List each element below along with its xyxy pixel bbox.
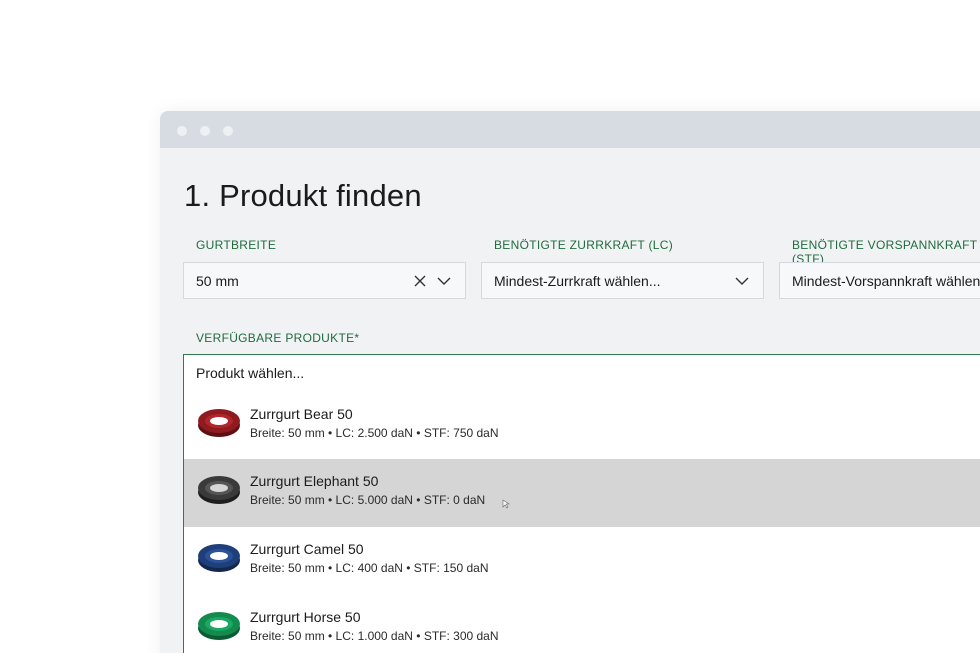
product-specs: Breite: 50 mm • LC: 400 daN • STF: 150 d… bbox=[250, 561, 489, 575]
strap-roll-icon bbox=[196, 404, 242, 440]
product-specs: Breite: 50 mm • LC: 2.500 daN • STF: 750… bbox=[250, 426, 499, 440]
chevron-down-icon[interactable] bbox=[733, 272, 751, 290]
select-zurrkraft[interactable]: Mindest-Zurrkraft wählen... bbox=[481, 262, 764, 299]
select-value: 50 mm bbox=[196, 272, 239, 289]
browser-window: 1. Produkt finden GURTBREITE 50 mm BENÖT… bbox=[160, 111, 980, 653]
product-name: Zurrgurt Elephant 50 bbox=[250, 473, 379, 489]
filter-label-gurtbreite: GURTBREITE bbox=[196, 238, 277, 252]
product-option-elephant[interactable]: Zurrgurt Elephant 50 Breite: 50 mm • LC:… bbox=[184, 459, 980, 527]
select-value: Mindest-Vorspannkraft wählen... bbox=[792, 272, 980, 289]
product-specs: Breite: 50 mm • LC: 5.000 daN • STF: 0 d… bbox=[250, 493, 486, 507]
chevron-down-icon[interactable] bbox=[435, 272, 453, 290]
product-option-bear[interactable]: Zurrgurt Bear 50 Breite: 50 mm • LC: 2.5… bbox=[184, 392, 980, 460]
mouse-cursor-icon bbox=[502, 496, 510, 509]
product-listbox[interactable]: Produkt wählen... Zurrgurt Bear 50 Breit… bbox=[183, 354, 980, 653]
product-name: Zurrgurt Bear 50 bbox=[250, 406, 353, 422]
strap-roll-icon bbox=[196, 471, 242, 507]
product-name: Zurrgurt Horse 50 bbox=[250, 609, 361, 625]
clear-icon[interactable] bbox=[411, 272, 429, 290]
select-gurtbreite[interactable]: 50 mm bbox=[183, 262, 466, 299]
page-title: 1. Produkt finden bbox=[184, 178, 422, 213]
window-dot-icon[interactable] bbox=[200, 126, 210, 136]
product-name: Zurrgurt Camel 50 bbox=[250, 541, 364, 557]
strap-roll-icon bbox=[196, 607, 242, 643]
window-dot-icon[interactable] bbox=[177, 126, 187, 136]
window-dot-icon[interactable] bbox=[223, 126, 233, 136]
window-titlebar bbox=[160, 111, 980, 148]
product-specs: Breite: 50 mm • LC: 1.000 daN • STF: 300… bbox=[250, 629, 499, 643]
select-value: Mindest-Zurrkraft wählen... bbox=[494, 272, 661, 289]
filter-label-zurrkraft: BENÖTIGTE ZURRKRAFT (LC) bbox=[494, 238, 673, 252]
select-vorspannkraft[interactable]: Mindest-Vorspannkraft wählen... bbox=[779, 262, 980, 299]
product-option-horse[interactable]: Zurrgurt Horse 50 Breite: 50 mm • LC: 1.… bbox=[184, 595, 980, 653]
product-option-camel[interactable]: Zurrgurt Camel 50 Breite: 50 mm • LC: 40… bbox=[184, 527, 980, 595]
product-placeholder: Produkt wählen... bbox=[196, 365, 305, 381]
strap-roll-icon bbox=[196, 539, 242, 575]
products-label: VERFÜGBARE PRODUKTE* bbox=[196, 331, 360, 345]
